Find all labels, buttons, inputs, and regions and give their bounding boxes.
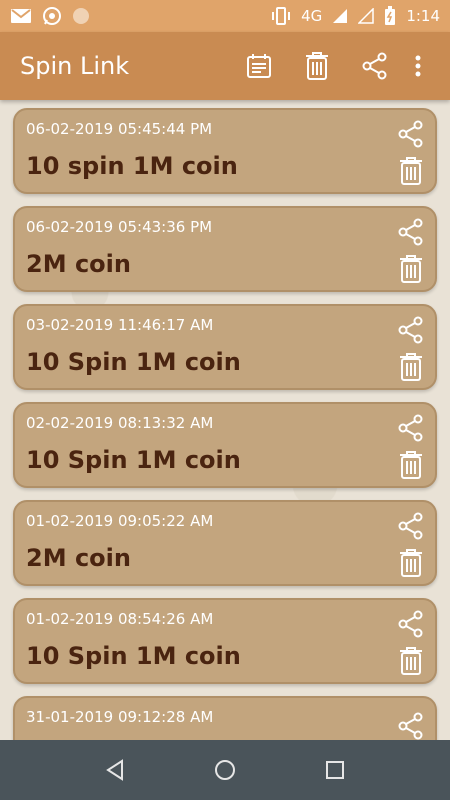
home-icon (215, 760, 235, 780)
list-item[interactable]: 03-02-2019 11:46:17 AM 10 Spin 1M coin (13, 304, 437, 390)
item-title: 2M coin (26, 544, 131, 572)
more-vert-icon (415, 55, 421, 77)
back-icon (106, 759, 123, 781)
notification-dot-icon (72, 7, 90, 25)
battery-icon (384, 6, 396, 26)
delete-icon[interactable] (399, 254, 423, 284)
delete-icon[interactable] (399, 646, 423, 676)
item-timestamp: 01-02-2019 08:54:26 AM (26, 610, 214, 628)
item-timestamp: 01-02-2019 09:05:22 AM (26, 512, 214, 530)
back-button[interactable] (95, 750, 135, 790)
item-timestamp: 06-02-2019 05:45:44 PM (26, 120, 213, 138)
more-options-button[interactable] (406, 43, 430, 89)
list-item[interactable]: 01-02-2019 09:05:22 AM 2M coin (13, 500, 437, 586)
system-nav-bar (0, 740, 450, 800)
list-item[interactable]: 06-02-2019 05:45:44 PM 10 spin 1M coin (13, 108, 437, 194)
share-button[interactable] (352, 43, 398, 89)
item-title: 10 Spin 1M coin (26, 348, 241, 376)
item-title: 10 Spin 1M coin (26, 446, 241, 474)
share-icon (362, 52, 387, 80)
recents-icon (326, 761, 344, 779)
item-timestamp: 02-02-2019 08:13:32 AM (26, 414, 214, 432)
share-icon[interactable] (397, 120, 425, 148)
signal-icon (332, 8, 348, 24)
delete-icon[interactable] (399, 548, 423, 578)
list-item[interactable]: 01-02-2019 08:54:26 AM 10 Spin 1M coin (13, 598, 437, 684)
whatsapp-icon (42, 6, 62, 26)
delete-icon[interactable] (399, 450, 423, 480)
delete-all-icon (306, 52, 328, 80)
list-item[interactable]: 02-02-2019 08:13:32 AM 10 Spin 1M coin (13, 402, 437, 488)
status-left (10, 6, 90, 26)
vibrate-icon (271, 7, 291, 25)
share-icon[interactable] (397, 610, 425, 638)
item-timestamp: 31-01-2019 09:12:28 AM (26, 708, 214, 726)
list-item[interactable]: 31-01-2019 09:12:28 AM (13, 696, 437, 740)
list-item[interactable]: 06-02-2019 05:43:36 PM 2M coin (13, 206, 437, 292)
status-right: 4G 1:14 (271, 6, 440, 26)
app-title: Spin Link (20, 52, 130, 80)
item-title: 10 spin 1M coin (26, 152, 238, 180)
share-icon[interactable] (397, 218, 425, 246)
status-bar: 4G 1:14 (0, 0, 450, 32)
clock: 1:14 (406, 7, 440, 25)
item-title: 10 Spin 1M coin (26, 642, 241, 670)
calendar-button[interactable] (236, 43, 282, 89)
app-actions (224, 43, 430, 89)
item-timestamp: 06-02-2019 05:43:36 PM (26, 218, 213, 236)
delete-icon[interactable] (399, 352, 423, 382)
app-bar: Spin Link (0, 32, 450, 100)
share-icon[interactable] (397, 414, 425, 442)
recents-button[interactable] (315, 750, 355, 790)
calendar-icon (247, 54, 271, 78)
share-icon[interactable] (397, 712, 425, 740)
item-timestamp: 03-02-2019 11:46:17 AM (26, 316, 214, 334)
gmail-icon (10, 8, 32, 24)
network-type: 4G (301, 7, 323, 25)
delete-all-button[interactable] (294, 43, 340, 89)
spin-link-list[interactable]: 06-02-2019 05:45:44 PM 10 spin 1M coin 0… (0, 100, 450, 740)
share-icon[interactable] (397, 512, 425, 540)
delete-icon[interactable] (399, 156, 423, 186)
home-button[interactable] (205, 750, 245, 790)
item-title: 2M coin (26, 250, 131, 278)
share-icon[interactable] (397, 316, 425, 344)
signal-icon (358, 8, 375, 24)
